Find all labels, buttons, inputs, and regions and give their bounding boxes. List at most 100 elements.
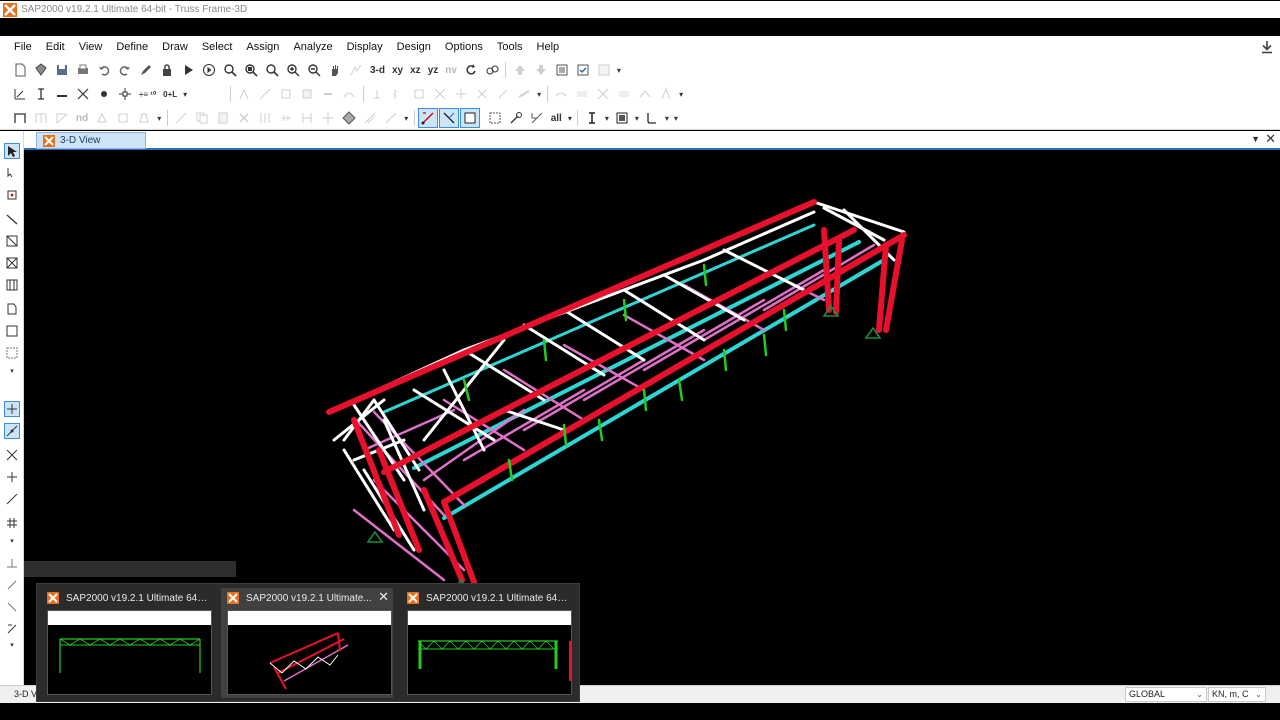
undo-icon[interactable]: [94, 60, 114, 80]
menu-edit[interactable]: Edit: [39, 36, 72, 58]
pan-hand-icon[interactable]: [325, 60, 345, 80]
zoom-restore-icon[interactable]: [262, 60, 282, 80]
grid-labels-icon[interactable]: ÷≡ ¹⁰: [136, 84, 159, 104]
set-display-icon[interactable]: [594, 60, 614, 80]
lock-model-icon[interactable]: [157, 60, 177, 80]
draw-rect-frame-icon[interactable]: [4, 233, 20, 249]
show-undeformed-icon[interactable]: [10, 84, 30, 104]
snap-to-grid-icon[interactable]: [4, 515, 20, 531]
menu-draw[interactable]: Draw: [155, 36, 195, 58]
frame-loads-icon[interactable]: [493, 84, 513, 104]
draw-poly-frame-icon[interactable]: [10, 108, 30, 128]
link-support-icon[interactable]: [642, 108, 662, 128]
pointer-zoom-icon[interactable]: [506, 108, 526, 128]
move-down-icon[interactable]: [531, 60, 551, 80]
toolbar-dropdown-chevron[interactable]: ▾: [663, 108, 671, 128]
merge-icon[interactable]: [297, 108, 317, 128]
move-up-icon[interactable]: [510, 60, 530, 80]
taskbar-preview-3[interactable]: SAP2000 v19.2.1 Ultimate 64-bi...: [401, 588, 573, 698]
toolbar-dropdown-chevron[interactable]: ▾: [566, 108, 574, 128]
check-icon[interactable]: [573, 60, 593, 80]
zoom-full-icon[interactable]: [241, 60, 261, 80]
assign-area-icon[interactable]: [276, 84, 296, 104]
menu-tools[interactable]: Tools: [490, 36, 530, 58]
restraint-icon[interactable]: [367, 84, 387, 104]
open-model-icon[interactable]: [31, 60, 51, 80]
coordinate-system-select[interactable]: GLOBAL ⌄: [1125, 687, 1207, 702]
show-forces-icon[interactable]: [572, 84, 592, 104]
snap-perpendicular-icon[interactable]: [4, 469, 20, 485]
run-analysis-icon[interactable]: [178, 60, 198, 80]
delete-icon[interactable]: [234, 108, 254, 128]
assign-frame-icon[interactable]: [255, 84, 275, 104]
extrude-icon[interactable]: [339, 108, 359, 128]
display-options-icon[interactable]: [552, 60, 572, 80]
joint-reference-icon[interactable]: [94, 84, 114, 104]
select-all-button[interactable]: all: [548, 108, 565, 128]
snap-midpoints-icon[interactable]: [4, 555, 20, 571]
left-toolbar-chevron[interactable]: ▾: [4, 533, 20, 549]
run-now-icon[interactable]: [199, 60, 219, 80]
redo-icon[interactable]: [115, 60, 135, 80]
draw-frame-icon[interactable]: [31, 84, 51, 104]
perspective-icon[interactable]: [482, 60, 502, 80]
draw-poly-area-icon[interactable]: [4, 301, 20, 317]
spring-icon[interactable]: [388, 84, 408, 104]
toolbar-dropdown-chevron[interactable]: ▾: [181, 84, 189, 104]
show-virtual-work-icon[interactable]: [614, 84, 634, 104]
quick-draw-secondary-icon[interactable]: [4, 277, 20, 293]
edit-pencil-icon[interactable]: [136, 60, 156, 80]
zoom-window-icon[interactable]: [220, 60, 240, 80]
move-icon[interactable]: [318, 108, 338, 128]
toolbar-dropdown-chevron[interactable]: ▾: [535, 84, 543, 104]
zoom-select-icon[interactable]: [485, 108, 505, 128]
draw-frame-line-icon[interactable]: [4, 211, 20, 227]
toolbar-dropdown-chevron[interactable]: ▾: [402, 108, 410, 128]
close-view-icon[interactable]: ✕: [1265, 131, 1276, 147]
units-select[interactable]: KN, m, C ⌄: [1208, 687, 1266, 702]
mass-icon[interactable]: [409, 84, 429, 104]
copy-icon[interactable]: [192, 108, 212, 128]
menu-file[interactable]: File: [0, 36, 39, 58]
view-yz-button[interactable]: yz: [425, 60, 442, 80]
menu-view[interactable]: View: [72, 36, 110, 58]
move-joint-icon[interactable]: [115, 84, 135, 104]
draw-rect-area-icon[interactable]: [113, 108, 133, 128]
snap-to-lines-icon[interactable]: [4, 423, 20, 439]
view-xy-button[interactable]: xy: [389, 60, 406, 80]
taskbar-preview-1[interactable]: SAP2000 v19.2.1 Ultimate 64-bi...: [41, 588, 213, 698]
quick-draw-braces-icon[interactable]: [52, 108, 72, 128]
pointer-select-icon[interactable]: [4, 143, 20, 159]
zoom-in-icon[interactable]: [283, 60, 303, 80]
quick-draw-braces-icon[interactable]: [4, 255, 20, 271]
draw-tendon-icon[interactable]: [73, 84, 93, 104]
download-icon[interactable]: [1260, 40, 1274, 54]
replicate-icon[interactable]: [255, 108, 275, 128]
snap-fine-grid-icon[interactable]: [4, 577, 20, 593]
print-icon[interactable]: [73, 60, 93, 80]
assign-joint-icon[interactable]: [234, 84, 254, 104]
show-stresses-icon[interactable]: [593, 84, 613, 104]
tab-3d-view[interactable]: 3-D View: [36, 132, 146, 149]
release-icon[interactable]: [430, 84, 450, 104]
draw-cable-icon[interactable]: [52, 84, 72, 104]
snap-to-intersections-icon[interactable]: [4, 447, 20, 463]
show-tables-icon[interactable]: [635, 84, 655, 104]
view-3d-button[interactable]: 3-d: [367, 60, 388, 80]
tab-list-chevron-icon[interactable]: ▼: [1251, 134, 1260, 144]
offsets-icon[interactable]: 0+L: [160, 84, 180, 104]
section-icon[interactable]: [582, 108, 602, 128]
show-deformed-icon[interactable]: [551, 84, 571, 104]
snap-to-lines-icon[interactable]: [360, 108, 380, 128]
snap-to-ends-icon[interactable]: [4, 491, 20, 507]
assign-tendon-icon[interactable]: [339, 84, 359, 104]
paste-icon[interactable]: [213, 108, 233, 128]
snap-to-points-icon[interactable]: [4, 401, 20, 417]
assign-solid-icon[interactable]: [297, 84, 317, 104]
animation-icon[interactable]: [656, 84, 676, 104]
menu-define[interactable]: Define: [109, 36, 155, 58]
menu-assign[interactable]: Assign: [239, 36, 286, 58]
left-toolbar-chevron[interactable]: ▾: [4, 363, 20, 379]
toolbar-dropdown-chevron[interactable]: ▾: [615, 60, 623, 80]
snap-to-ends-icon[interactable]: [381, 108, 401, 128]
